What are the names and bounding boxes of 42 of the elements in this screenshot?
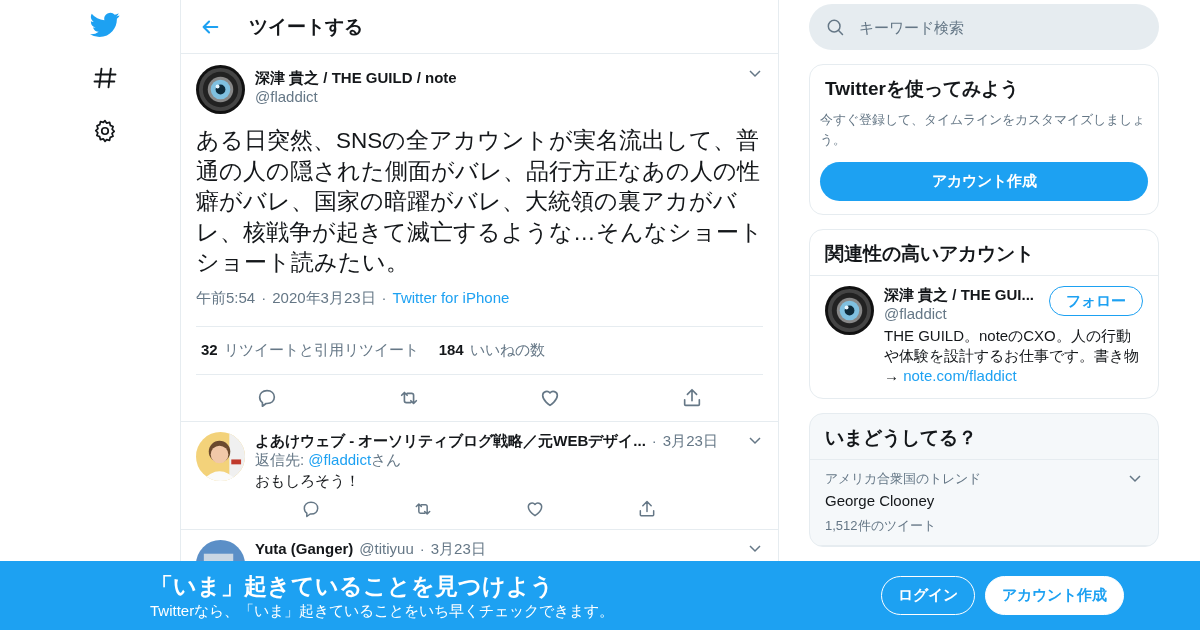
share-icon[interactable]	[637, 498, 657, 519]
bird-logo[interactable]	[90, 12, 120, 38]
account-bio: THE GUILD。noteのCXO。人の行動や体験を設計するお仕事です。書き物 → note.com/fladdict	[884, 326, 1140, 386]
page-title: ツイートする	[249, 14, 363, 39]
source-link[interactable]: Twitter for iPhone	[392, 288, 510, 308]
bio-link[interactable]: note.com/fladdict	[903, 367, 1017, 384]
account-name[interactable]: 深津 貴之 / THE GUI...	[884, 286, 1041, 305]
follow-button[interactable]: フォロー	[1049, 286, 1143, 316]
card-title: いまどうしてる？	[810, 414, 1158, 460]
signup-text: 今すぐ登録して、タイムラインをカスタマイズしましょう。	[819, 111, 1146, 149]
trend-context: アメリカ合衆国のトレンド	[825, 470, 982, 488]
signup-button[interactable]: アカウント作成	[985, 576, 1124, 615]
retweet-count[interactable]: 32 リツイートと引用リツイート	[201, 340, 419, 360]
settings-icon[interactable]	[92, 118, 118, 144]
separator-dot: ·	[261, 288, 267, 308]
trend-count: 1,512件のツイート	[825, 517, 937, 535]
banner-subtitle: Twitterなら、「いま」起きていることをいち早くチェックできます。	[150, 601, 615, 621]
reply-author-handle[interactable]: @titiyuu	[359, 539, 414, 559]
search-icon[interactable]	[825, 17, 845, 37]
like-count[interactable]: 184 いいねの数	[438, 340, 545, 360]
tweet-time[interactable]: 午前5:54	[196, 288, 256, 308]
author-name[interactable]: 深津 貴之 / THE GUILD / note	[255, 69, 737, 88]
card-title: Twitterを使ってみよう	[824, 77, 1020, 101]
separator-dot: ·	[381, 288, 387, 308]
separator-dot: ·	[651, 431, 657, 451]
reply-to-text: 返信先: @fladdictさん	[255, 450, 403, 470]
tweet-date[interactable]: 2020年3月23日	[272, 288, 376, 308]
reply-author-name[interactable]: Yuta (Ganger)	[255, 539, 354, 559]
mention-link[interactable]: @fladdict	[308, 450, 372, 468]
trend-name[interactable]: George Clooney	[825, 492, 1127, 509]
reply-date[interactable]: 3月23日	[430, 539, 486, 559]
tweet-text: ある日突然、SNSの全アカウントが実名流出して、普通の人の隠された側面がバレ、品行方正なあの人の性癖がバレ、国家の暗躍がバレ、大統領の裏アカがバレ、核戦争が起きて滅亡するような…そんなショートショート読みたい。	[196, 127, 764, 277]
author-handle[interactable]: @fladdict	[255, 88, 737, 105]
banner-title: 「いま」起きていることを見つけよう	[150, 571, 555, 601]
card-title: 関連性の高いアカウント	[810, 230, 1158, 276]
separator-dot: ·	[419, 539, 425, 559]
account-handle[interactable]: @fladdict	[884, 305, 1041, 322]
search-field[interactable]: キーワード検索	[809, 4, 1159, 50]
reply-text: おもしろそう！	[255, 471, 361, 491]
reply-author-name[interactable]: よあけウェブ - オーソリティブログ戦略／元WEBデザイ...	[255, 431, 646, 451]
reply-date[interactable]: 3月23日	[662, 431, 718, 451]
signup-button[interactable]: アカウント作成	[820, 162, 1148, 201]
